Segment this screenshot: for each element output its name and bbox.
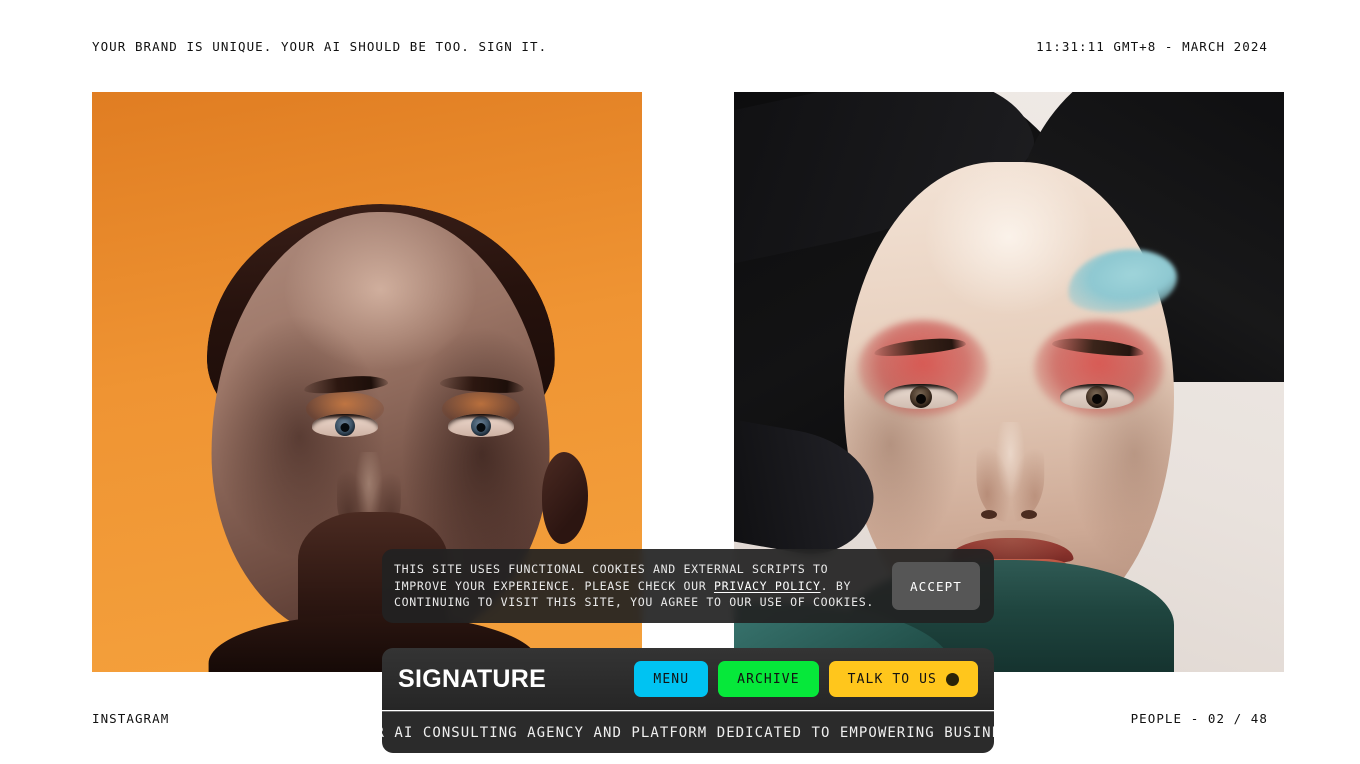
talk-to-us-button[interactable]: TALK TO US [828,661,978,697]
left-portrait-lash-right [448,414,514,420]
left-portrait-lash-left [312,414,378,420]
archive-button-label: ARCHIVE [737,671,800,687]
brand-logo[interactable]: SIGNATURE [398,665,624,694]
left-portrait-ear [542,452,588,544]
cookie-consent-banner: THIS SITE USES FUNCTIONAL COOKIES AND EX… [382,549,994,623]
right-portrait-eye-left [884,384,958,409]
right-portrait-lash-left [884,384,958,390]
left-portrait-eye-right [448,414,514,437]
page-root: YOUR BRAND IS UNIQUE. YOUR AI SHOULD BE … [0,0,1360,764]
cookie-message: THIS SITE USES FUNCTIONAL COOKIES AND EX… [394,561,876,611]
privacy-policy-link[interactable]: PRIVACY POLICY [714,579,821,593]
left-portrait-pupil-right [476,423,486,432]
right-portrait-pupil-left [916,394,926,404]
clock-readout: 11:31:11 GMT+8 - MARCH 2024 [1036,38,1268,54]
people-counter: PEOPLE - 02 / 48 [1130,710,1268,726]
status-dot-icon [946,672,959,686]
cookie-accept-button[interactable]: ACCEPT [892,562,980,610]
right-portrait-eye-right [1060,384,1134,409]
menu-button-label: MENU [653,671,690,687]
bottom-dock: SIGNATURE MENU ARCHIVE TALK TO US [382,648,994,710]
menu-button[interactable]: MENU [634,661,709,697]
left-portrait-pupil-left [340,423,350,432]
right-portrait-pupil-right [1092,394,1102,404]
site-tagline: YOUR BRAND IS UNIQUE. YOUR AI SHOULD BE … [92,38,548,54]
left-portrait-eye-left [312,414,378,437]
archive-button[interactable]: ARCHIVE [718,661,819,697]
talk-to-us-button-label: TALK TO US [847,671,937,687]
marquee-text: ER AI CONSULTING AGENCY AND PLATFORM DED… [382,724,994,741]
top-bar: YOUR BRAND IS UNIQUE. YOUR AI SHOULD BE … [0,0,1360,92]
right-portrait-nostril-left [981,510,997,519]
right-portrait-lash-right [1060,384,1134,390]
right-portrait-nose [976,422,1045,522]
right-portrait-nostril-right [1021,510,1037,519]
instagram-link[interactable]: INSTAGRAM [92,711,169,726]
marquee-strip: ER AI CONSULTING AGENCY AND PLATFORM DED… [382,711,994,753]
